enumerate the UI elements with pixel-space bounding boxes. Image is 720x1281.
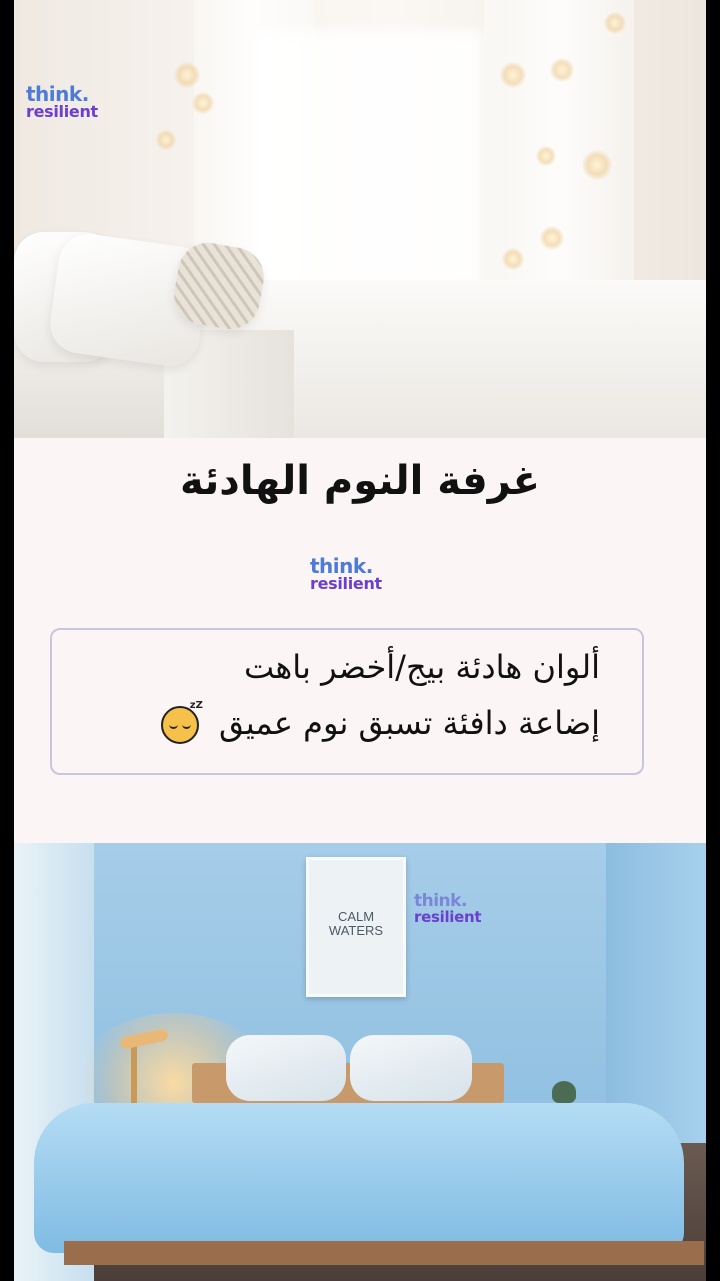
zz-text: zZ: [189, 700, 203, 711]
brand-logo-top: think. resilient: [26, 84, 98, 120]
brand-line2: resilient: [26, 102, 98, 121]
brand-logo-bottom: think. resilient: [414, 893, 482, 926]
poster-line-2: WATERS: [328, 922, 384, 938]
brand-line1: think.: [26, 82, 89, 106]
wall-poster: CALM WATERS: [306, 857, 406, 997]
brand-logo-center: think. resilient: [310, 556, 382, 592]
sleeping-face-emoji-icon: zZ: [160, 700, 203, 744]
brand-line2: resilient: [310, 574, 382, 593]
tip-line-1: ألوان هادئة بيج/أخضر باهت: [243, 648, 600, 686]
tips-card: ألوان هادئة بيج/أخضر باهت إضاعة دافئة تس…: [50, 628, 644, 775]
bedroom-photo-beige: think. resilient: [14, 0, 706, 438]
tip-line-2-row: إضاعة دافئة تسبق نوم عميق zZ: [160, 700, 600, 744]
tip-line-2: إضاعة دافئة تسبق نوم عميق: [219, 704, 600, 742]
brand-line1: think.: [310, 554, 373, 578]
brand-line2: resilient: [414, 908, 482, 926]
page-title: غرفة النوم الهادئة: [180, 458, 540, 504]
story-frame: think. resilient غرفة النوم الهادئة thin…: [14, 0, 706, 1281]
bedroom-photo-blue: CALM WATERS think. resilient: [14, 843, 706, 1281]
